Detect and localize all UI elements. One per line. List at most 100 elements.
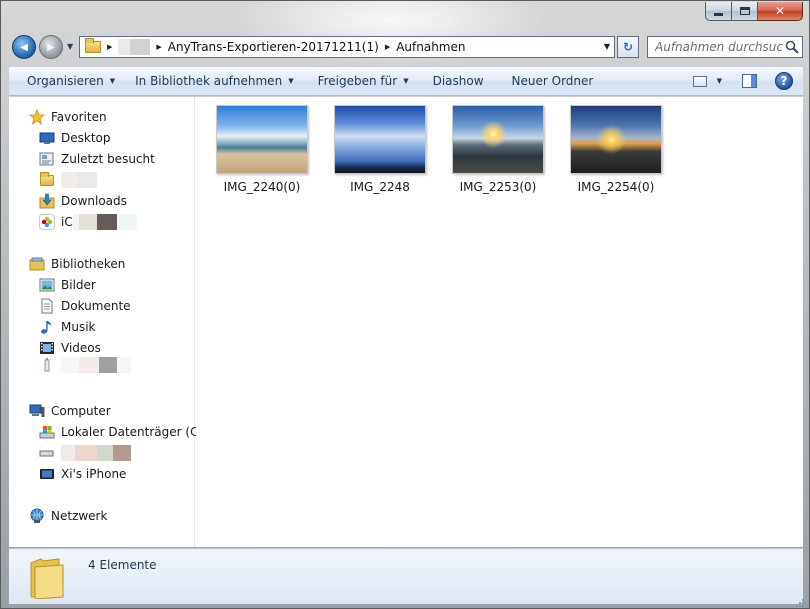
redacted-label xyxy=(77,172,97,188)
pictures-icon xyxy=(39,277,55,293)
recent-places-icon xyxy=(39,151,55,167)
sidebar-item-label: Musik xyxy=(61,320,96,334)
breadcrumb-export-folder[interactable]: AnyTrans-Exportieren-20171211(1) xyxy=(168,40,379,54)
redacted-label xyxy=(113,445,131,461)
organize-menu[interactable]: Organisieren ▼ xyxy=(27,74,115,88)
sidebar-item-label: Bilder xyxy=(61,278,96,292)
minimize-icon xyxy=(714,12,723,16)
preview-pane-icon[interactable] xyxy=(742,74,757,88)
forward-arrow-icon: ▶ xyxy=(47,41,55,53)
sidebar-item-label: Zuletzt besucht xyxy=(61,152,155,166)
search-icon[interactable] xyxy=(785,40,799,54)
file-list[interactable]: IMG_2240(0) IMG_2248 IMG_2253(0) IMG_225… xyxy=(196,97,803,547)
sidebar-item-label: Videos xyxy=(61,341,101,355)
address-history-dropdown-icon[interactable]: ▼ xyxy=(604,42,610,51)
local-disk-icon xyxy=(39,424,55,440)
view-controls: ▼ ? xyxy=(692,72,793,90)
sidebar-item-label: Desktop xyxy=(61,131,111,145)
minimize-button[interactable] xyxy=(705,2,732,21)
sidebar-item-downloads[interactable]: Downloads xyxy=(39,191,127,211)
new-folder-label: Neuer Ordner xyxy=(511,74,594,88)
resize-grip-icon[interactable] xyxy=(793,596,805,608)
sidebar-item-label: Netzwerk xyxy=(51,509,108,523)
sidebar-item-label: Xi's iPhone xyxy=(61,467,127,481)
search-input[interactable]: Aufnahmen durchsuchen xyxy=(655,40,783,54)
back-arrow-icon: ◀ xyxy=(20,41,28,53)
forward-button[interactable]: ▶ xyxy=(39,35,63,59)
photo-thumbnail xyxy=(570,105,662,174)
view-options-dropdown-icon[interactable]: ▼ xyxy=(717,77,722,85)
add-to-library-menu[interactable]: In Bibliothek aufnehmen ▼ xyxy=(135,74,293,88)
chevron-down-icon: ▼ xyxy=(109,77,116,85)
redacted-label xyxy=(117,357,131,373)
new-folder-button[interactable]: Neuer Ordner xyxy=(512,74,594,88)
redacted-label xyxy=(96,214,117,230)
music-icon xyxy=(39,319,55,335)
file-item[interactable]: IMG_2248 xyxy=(325,105,435,194)
sidebar-item-music[interactable]: Musik xyxy=(39,317,96,337)
search-box[interactable]: Aufnahmen durchsuchen xyxy=(647,36,803,58)
photo-thumbnail xyxy=(216,105,308,174)
refresh-button[interactable]: ↻ xyxy=(617,36,639,58)
file-item[interactable]: IMG_2254(0) xyxy=(561,105,671,194)
videos-icon xyxy=(39,340,55,356)
iphone-icon xyxy=(39,466,55,482)
maximize-button[interactable] xyxy=(732,2,758,21)
breadcrumb-current-folder[interactable]: Aufnahmen xyxy=(396,40,465,54)
sidebar-item-redacted-folder[interactable] xyxy=(39,170,97,190)
slideshow-button[interactable]: Diashow xyxy=(433,74,484,88)
file-name: IMG_2248 xyxy=(350,180,410,194)
window-frame: ✕ ◀ ▶ ▼ ▶ ▶ AnyTrans-Exportieren-2017121… xyxy=(0,0,810,609)
breadcrumb-separator-icon[interactable]: ▶ xyxy=(156,43,161,51)
navigation-pane: Favoriten Desktop Zuletzt besucht Downlo… xyxy=(9,97,207,547)
change-view-icon[interactable] xyxy=(692,75,707,87)
share-with-menu[interactable]: Freigeben für ▼ xyxy=(318,74,409,88)
main-area: Favoriten Desktop Zuletzt besucht Downlo… xyxy=(9,97,803,547)
drive-icon xyxy=(39,445,55,461)
slideshow-label: Diashow xyxy=(432,74,484,88)
chevron-down-icon: ▼ xyxy=(403,77,409,85)
file-item[interactable]: IMG_2240(0) xyxy=(207,105,317,194)
sidebar-item-icloud-photos[interactable]: iC xyxy=(39,212,137,232)
sidebar-item-favorites[interactable]: Favoriten xyxy=(29,107,107,127)
redacted-label xyxy=(97,445,113,461)
folder-icon xyxy=(30,558,64,599)
recent-pages-dropdown-icon[interactable]: ▼ xyxy=(67,42,73,51)
item-count: 4 Elemente xyxy=(88,558,157,572)
help-icon[interactable]: ? xyxy=(775,72,793,90)
maximize-icon xyxy=(739,7,750,15)
sidebar-item-recent[interactable]: Zuletzt besucht xyxy=(39,149,155,169)
sidebar-item-pictures[interactable]: Bilder xyxy=(39,275,96,295)
back-button[interactable]: ◀ xyxy=(12,35,36,59)
breadcrumb-separator-icon[interactable]: ▶ xyxy=(385,43,390,51)
redacted-label xyxy=(61,357,79,373)
sidebar-item-documents[interactable]: Dokumente xyxy=(39,296,131,316)
address-bar[interactable]: ▶ ▶ AnyTrans-Exportieren-20171211(1) ▶ A… xyxy=(79,36,615,58)
sidebar-item-label: Downloads xyxy=(61,194,127,208)
chevron-down-icon: ▼ xyxy=(288,77,294,85)
folder-icon xyxy=(39,171,55,188)
file-name: IMG_2240(0) xyxy=(223,180,301,194)
sidebar-item-local-disk[interactable]: Lokaler Datenträger (C:) xyxy=(39,422,207,442)
sidebar-item-desktop[interactable]: Desktop xyxy=(39,128,111,148)
sidebar-item-iphone[interactable]: Xi's iPhone xyxy=(39,464,126,484)
sidebar-item-label: Favoriten xyxy=(51,110,107,124)
photo-thumbnail xyxy=(334,105,426,174)
file-name: IMG_2253(0) xyxy=(459,180,537,194)
organize-label: Organisieren xyxy=(27,74,104,88)
breadcrumb-separator-icon[interactable]: ▶ xyxy=(107,43,112,51)
sidebar-item-network[interactable]: Netzwerk xyxy=(29,506,107,526)
sidebar-item-libraries[interactable]: Bibliotheken xyxy=(29,254,125,274)
star-icon xyxy=(29,109,45,125)
details-pane: 4 Elemente xyxy=(9,548,803,604)
refresh-icon: ↻ xyxy=(622,40,634,54)
command-bar: Organisieren ▼ In Bibliothek aufnehmen ▼ F… xyxy=(9,66,803,96)
sidebar-item-redacted-drive[interactable] xyxy=(39,443,131,463)
close-button[interactable]: ✕ xyxy=(758,2,803,21)
sidebar-item-computer[interactable]: Computer xyxy=(29,401,111,421)
redacted-label xyxy=(99,357,117,373)
sidebar-item-redacted-library[interactable] xyxy=(39,355,131,375)
close-icon: ✕ xyxy=(774,4,786,18)
sidebar-item-label: Lokaler Datenträger (C:) xyxy=(61,425,208,439)
file-item[interactable]: IMG_2253(0) xyxy=(443,105,553,194)
